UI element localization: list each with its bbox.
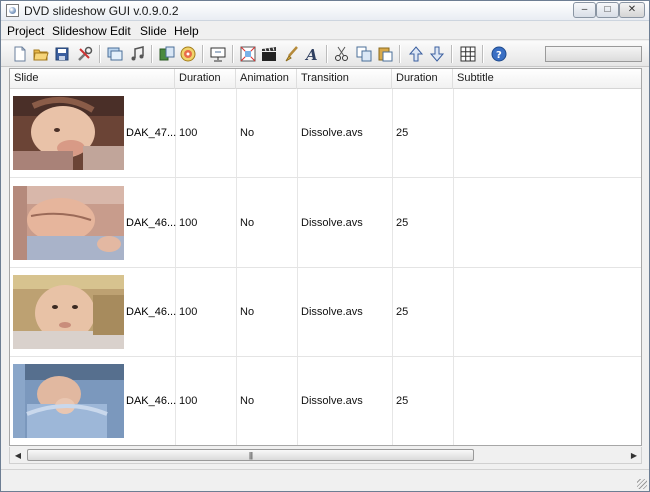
slide-subtitle: [453, 357, 641, 445]
scrollbar-grip-icon: |||: [248, 451, 253, 460]
table-row[interactable]: DAK_47... 100 No Dissolve.avs 25: [10, 89, 641, 178]
slide-thumbnail: [13, 275, 124, 349]
save-icon[interactable]: [53, 45, 71, 63]
toolbar: A ?: [1, 41, 649, 67]
toolbar-separator: [202, 45, 203, 63]
cut-icon[interactable]: [333, 45, 351, 63]
slide-animation: No: [240, 395, 255, 407]
grid-icon[interactable]: [459, 45, 477, 63]
slide-subtitle: [453, 268, 641, 357]
paste-icon[interactable]: [376, 45, 394, 63]
slide-duration: 100: [179, 217, 198, 229]
import-icon[interactable]: [158, 45, 176, 63]
preview-icon[interactable]: [209, 45, 227, 63]
new-file-icon[interactable]: [11, 45, 29, 63]
help-icon[interactable]: ?: [490, 45, 508, 63]
scroll-left-icon[interactable]: ◀: [10, 448, 26, 463]
toolbar-separator: [232, 45, 233, 63]
list-header: Slide Duration Animation Transition Dura…: [10, 69, 641, 89]
slide-duration: 100: [179, 306, 198, 318]
add-music-icon[interactable]: [128, 45, 146, 63]
properties-tools-icon[interactable]: [76, 45, 94, 63]
app-window: DVD slideshow GUI v.0.9.0.2 – □ ✕ Projec…: [0, 0, 650, 492]
window-title: DVD slideshow GUI v.0.9.0.2: [24, 4, 179, 18]
minimize-button[interactable]: –: [573, 2, 596, 18]
menu-slide[interactable]: Slide: [140, 24, 167, 38]
open-folder-icon[interactable]: [32, 45, 50, 63]
slide-animation: No: [240, 217, 255, 229]
brush-icon[interactable]: [282, 45, 300, 63]
svg-text:?: ?: [496, 50, 502, 61]
status-bar: [1, 469, 649, 491]
menu-slideshow[interactable]: Slideshow: [52, 24, 107, 38]
table-row[interactable]: DAK_46... 100 No Dissolve.avs 25: [10, 268, 641, 357]
slide-transition-duration: 25: [396, 217, 409, 229]
toolbar-separator: [399, 45, 400, 63]
menu-help[interactable]: Help: [174, 24, 199, 38]
slide-list[interactable]: Slide Duration Animation Transition Dura…: [9, 68, 642, 446]
move-down-icon[interactable]: [428, 45, 446, 63]
clapperboard-icon[interactable]: [260, 45, 278, 63]
effects-icon[interactable]: [239, 45, 257, 63]
horizontal-scrollbar[interactable]: ◀ ||| ▶: [9, 447, 642, 464]
toolbar-separator: [326, 45, 327, 63]
slide-thumbnail: [13, 186, 124, 260]
column-duration[interactable]: Duration: [175, 69, 236, 89]
title-bar[interactable]: DVD slideshow GUI v.0.9.0.2 – □ ✕: [1, 1, 649, 21]
app-dvd-icon: [6, 4, 19, 17]
slide-name: DAK_47...: [126, 127, 177, 139]
menu-project[interactable]: Project: [7, 24, 44, 38]
slide-name: DAK_46...: [126, 306, 177, 318]
slide-thumbnail: [13, 96, 124, 170]
table-row[interactable]: DAK_46... 100 No Dissolve.avs 25: [10, 357, 641, 445]
slide-transition: Dissolve.avs: [301, 306, 363, 318]
scroll-right-icon[interactable]: ▶: [626, 448, 642, 463]
slide-transition: Dissolve.avs: [301, 217, 363, 229]
toolbar-separator: [451, 45, 452, 63]
slide-subtitle: [453, 179, 641, 268]
slide-animation: No: [240, 127, 255, 139]
menu-edit[interactable]: Edit: [110, 24, 131, 38]
table-row[interactable]: DAK_46... 100 No Dissolve.avs 25: [10, 179, 641, 268]
slide-transition-duration: 25: [396, 127, 409, 139]
burn-dvd-icon[interactable]: [179, 45, 197, 63]
add-pictures-icon[interactable]: [106, 45, 124, 63]
slide-thumbnail: [13, 364, 124, 438]
toolbar-separator: [99, 45, 100, 63]
slide-subtitle: [453, 89, 641, 178]
slide-transition: Dissolve.avs: [301, 127, 363, 139]
scrollbar-thumb[interactable]: |||: [27, 449, 474, 461]
progress-bar: [545, 46, 642, 62]
maximize-button[interactable]: □: [596, 2, 619, 18]
slide-transition-duration: 25: [396, 306, 409, 318]
menu-bar: Project Slideshow Edit Slide Help: [1, 22, 649, 40]
text-icon[interactable]: A: [303, 45, 321, 63]
close-button[interactable]: ✕: [619, 2, 645, 18]
column-transition[interactable]: Transition: [297, 69, 392, 89]
toolbar-separator: [482, 45, 483, 63]
column-subtitle[interactable]: Subtitle: [453, 69, 641, 89]
copy-icon[interactable]: [355, 45, 373, 63]
slide-duration: 100: [179, 127, 198, 139]
column-transition-duration[interactable]: Duration: [392, 69, 453, 89]
toolbar-separator: [151, 45, 152, 63]
slide-name: DAK_46...: [126, 395, 177, 407]
slide-transition-duration: 25: [396, 395, 409, 407]
slide-animation: No: [240, 306, 255, 318]
column-slide[interactable]: Slide: [10, 69, 175, 89]
slide-transition: Dissolve.avs: [301, 395, 363, 407]
svg-text:A: A: [304, 46, 318, 63]
column-animation[interactable]: Animation: [236, 69, 297, 89]
move-up-icon[interactable]: [407, 45, 425, 63]
slide-duration: 100: [179, 395, 198, 407]
resize-grip-icon[interactable]: [637, 479, 647, 489]
slide-name: DAK_46...: [126, 217, 177, 229]
